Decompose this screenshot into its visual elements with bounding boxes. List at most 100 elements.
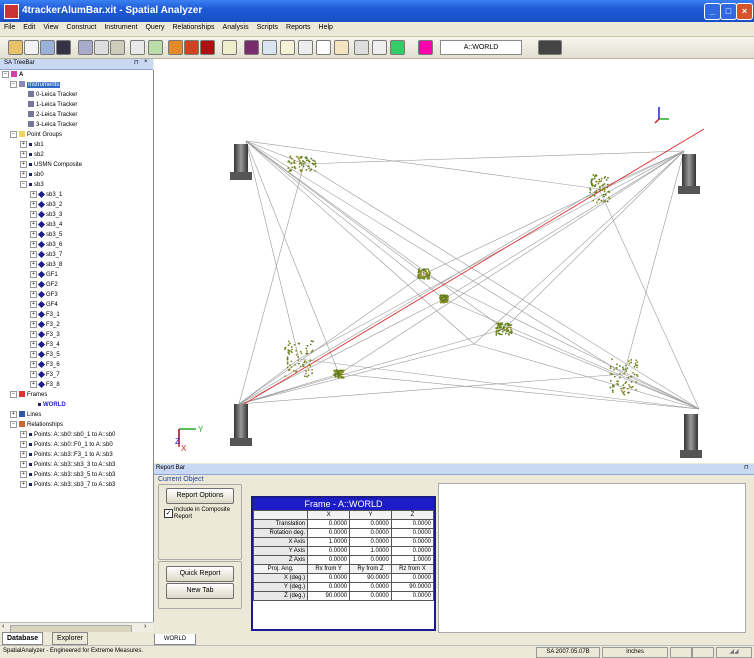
arrow-icon[interactable] xyxy=(130,40,145,55)
return-icon[interactable] xyxy=(372,40,387,55)
pencil-icon[interactable] xyxy=(334,40,349,55)
collapse-icon[interactable]: − xyxy=(10,80,17,88)
collapse-icon[interactable]: − xyxy=(2,70,9,78)
menu-scripts[interactable]: Scripts xyxy=(253,22,282,31)
pin-icon[interactable]: ⊓ xyxy=(744,464,749,471)
expand-icon[interactable]: + xyxy=(30,340,37,348)
hand-icon[interactable] xyxy=(222,40,237,55)
include-composite-checkbox[interactable]: ✓ xyxy=(164,509,173,518)
tab-database[interactable]: Database xyxy=(2,632,44,645)
minimize-button[interactable]: _ xyxy=(704,3,721,20)
expand-icon[interactable]: + xyxy=(30,190,37,198)
tree-point-group-item[interactable]: + USMN Composite xyxy=(20,160,82,170)
tree-sb3-child[interactable]: + F3_3 xyxy=(30,330,60,340)
expand-icon[interactable]: + xyxy=(30,350,37,358)
color-swatch-icon[interactable] xyxy=(418,40,433,55)
tree-relationship-item[interactable]: + Points: A::sb0::F0_1 to A::sb0 xyxy=(20,440,113,450)
expand-icon[interactable]: + xyxy=(20,140,27,148)
move-icon[interactable] xyxy=(280,40,295,55)
tree-point-group-item[interactable]: + sb0 xyxy=(20,170,44,180)
menu-query[interactable]: Query xyxy=(141,22,168,31)
tree-sb3-child[interactable]: + F3_4 xyxy=(30,340,60,350)
menu-construct[interactable]: Construct xyxy=(62,22,100,31)
tree-instrument-item[interactable]: 3-Leica Tracker xyxy=(28,120,77,130)
tree-relationship-item[interactable]: + Points: A::sb3::F3_1 to A::sb3 xyxy=(20,450,113,460)
report-preview-area[interactable] xyxy=(438,483,746,633)
scroll-left-icon[interactable]: ‹ xyxy=(2,623,4,630)
expand-icon[interactable]: + xyxy=(30,360,37,368)
tree-sb3-child[interactable]: + F3_8 xyxy=(30,380,60,390)
tree-sb3-child[interactable]: + GF3 xyxy=(30,290,58,300)
frame-field[interactable]: A::WORLD xyxy=(440,40,522,55)
menu-analysis[interactable]: Analysis xyxy=(219,22,253,31)
tree-sb3-child[interactable]: + F3_7 xyxy=(30,370,60,380)
rotate-icon[interactable] xyxy=(262,40,277,55)
instrument-icon[interactable] xyxy=(56,40,71,55)
menu-edit[interactable]: Edit xyxy=(19,22,39,31)
menu-file[interactable]: File xyxy=(0,22,19,31)
expand-icon[interactable]: + xyxy=(30,200,37,208)
tree-point-groups[interactable]: − Point Groups xyxy=(10,130,62,140)
tree-lines[interactable]: + Lines xyxy=(10,410,41,420)
tree-sb3-child[interactable]: + GF4 xyxy=(30,300,58,310)
probe-icon[interactable] xyxy=(148,40,163,55)
expand-icon[interactable]: + xyxy=(30,290,37,298)
tree-relationship-item[interactable]: + Points: A::sb3::sb3_3 to A::sb3 xyxy=(20,460,115,470)
maximize-button[interactable]: □ xyxy=(720,3,737,20)
graph-icon[interactable] xyxy=(244,40,259,55)
quick-report-button[interactable]: Quick Report xyxy=(166,566,234,582)
cylinder-icon[interactable] xyxy=(184,40,199,55)
tree-instrument-item[interactable]: 2-Leica Tracker xyxy=(28,110,77,120)
collapse-icon[interactable]: − xyxy=(20,180,27,188)
menu-reports[interactable]: Reports xyxy=(282,22,315,31)
expand-icon[interactable]: + xyxy=(30,210,37,218)
zoom-icon[interactable] xyxy=(94,40,109,55)
pin-icon[interactable]: ⊓ xyxy=(134,59,139,66)
tree-sb3-child[interactable]: + GF2 xyxy=(30,280,58,290)
tree-sb3-child[interactable]: + sb3_3 xyxy=(30,210,62,220)
tree-relationship-item[interactable]: + Points: A::sb0::sb0_1 to A::sb0 xyxy=(20,430,115,440)
scene-svg[interactable]: Z Y X xyxy=(154,59,754,463)
menu-view[interactable]: View xyxy=(39,22,62,31)
tree-sb3-child[interactable]: + sb3_5 xyxy=(30,230,62,240)
new-tab-button[interactable]: New Tab xyxy=(166,583,234,599)
menu-help[interactable]: Help xyxy=(315,22,337,31)
save-icon[interactable] xyxy=(40,40,55,55)
menu-relationships[interactable]: Relationships xyxy=(169,22,219,31)
expand-icon[interactable]: + xyxy=(20,430,27,438)
zoom-in-icon[interactable] xyxy=(298,40,313,55)
tree-sb3-child[interactable]: + F3_6 xyxy=(30,360,60,370)
expand-icon[interactable]: + xyxy=(20,470,27,478)
expand-icon[interactable]: + xyxy=(20,170,27,178)
tree-sb3-child[interactable]: + sb3_2 xyxy=(30,200,62,210)
tree-sb3-child[interactable]: + sb3_8 xyxy=(30,260,62,270)
tree-instrument-item[interactable]: 0-Leica Tracker xyxy=(28,90,77,100)
tree-sb3-child[interactable]: + sb3_6 xyxy=(30,240,62,250)
tree-sb3-child[interactable]: + F3_1 xyxy=(30,310,60,320)
tree-instruments[interactable]: − Instruments xyxy=(10,80,61,90)
f2-icon[interactable] xyxy=(354,40,369,55)
tree-sb3-child[interactable]: + sb3_1 xyxy=(30,190,62,200)
tracker-0[interactable] xyxy=(230,144,252,180)
expand-icon[interactable]: + xyxy=(30,280,37,288)
expand-icon[interactable]: + xyxy=(30,250,37,258)
expand-icon[interactable]: + xyxy=(20,160,27,168)
tree-relationship-item[interactable]: + Points: A::sb3::sb3_7 to A::sb3 xyxy=(20,480,115,490)
tree-point-group-item[interactable]: + sb1 xyxy=(20,140,44,150)
tree-instrument-item[interactable]: 1-Leica Tracker xyxy=(28,100,77,110)
tree-world[interactable]: WORLD xyxy=(38,400,66,410)
tree-point-group-item[interactable]: + sb2 xyxy=(20,150,44,160)
menu-instrument[interactable]: Instrument xyxy=(100,22,141,31)
tab-world[interactable]: WORLD xyxy=(154,634,196,645)
expand-icon[interactable]: + xyxy=(30,220,37,228)
tree-collection[interactable]: − A xyxy=(2,70,23,80)
expand-icon[interactable]: + xyxy=(10,410,17,418)
tracker-icon[interactable] xyxy=(110,40,125,55)
tracker-2[interactable] xyxy=(230,404,252,446)
expand-icon[interactable]: + xyxy=(20,150,27,158)
resize-grip-icon[interactable]: ◢◢ xyxy=(716,647,752,658)
camera-icon[interactable] xyxy=(538,40,562,55)
tree-sb3-child[interactable]: + GF1 xyxy=(30,270,58,280)
tree-sb3-child[interactable]: + sb3_4 xyxy=(30,220,62,230)
sphere-icon[interactable] xyxy=(200,40,215,55)
